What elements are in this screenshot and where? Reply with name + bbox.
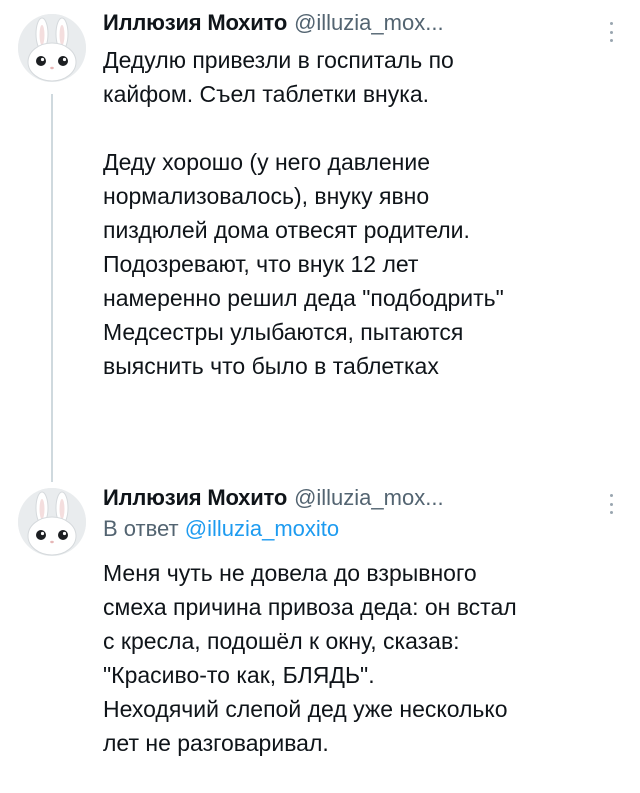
author-name[interactable]: Иллюзия Мохито: [103, 10, 287, 36]
reply-mention-link[interactable]: @illuzia_moxito: [185, 516, 339, 541]
tweet-content: Иллюзия Мохито @illuzia_mox... В ответ @…: [103, 485, 610, 760]
tweet-header: Иллюзия Мохито @illuzia_mox...: [103, 10, 610, 38]
tweet-content: Иллюзия Мохито @illuzia_mox... Дедулю пр…: [103, 10, 610, 383]
author-handle[interactable]: @illuzia_mox...: [294, 485, 444, 511]
reply-context: В ответ @illuzia_moxito: [103, 516, 610, 548]
more-options-icon[interactable]: [608, 22, 614, 42]
white-rabbit-avatar-icon: [18, 488, 86, 556]
tweet-text: Меня чуть не довела до взрывного смеха п…: [103, 560, 517, 756]
avatar[interactable]: [18, 488, 86, 556]
tweet-header: Иллюзия Мохито @illuzia_mox...: [103, 485, 610, 513]
author-name[interactable]: Иллюзия Мохито: [103, 485, 287, 511]
more-options-icon[interactable]: [608, 494, 614, 514]
tweet-text: Дедулю привезли в госпиталь по кайфом. С…: [103, 47, 504, 379]
author-handle[interactable]: @illuzia_mox...: [294, 10, 444, 36]
avatar[interactable]: [18, 14, 86, 82]
reply-prefix: В ответ: [103, 516, 179, 541]
white-rabbit-avatar-icon: [18, 14, 86, 82]
thread-connector-line: [51, 94, 53, 482]
